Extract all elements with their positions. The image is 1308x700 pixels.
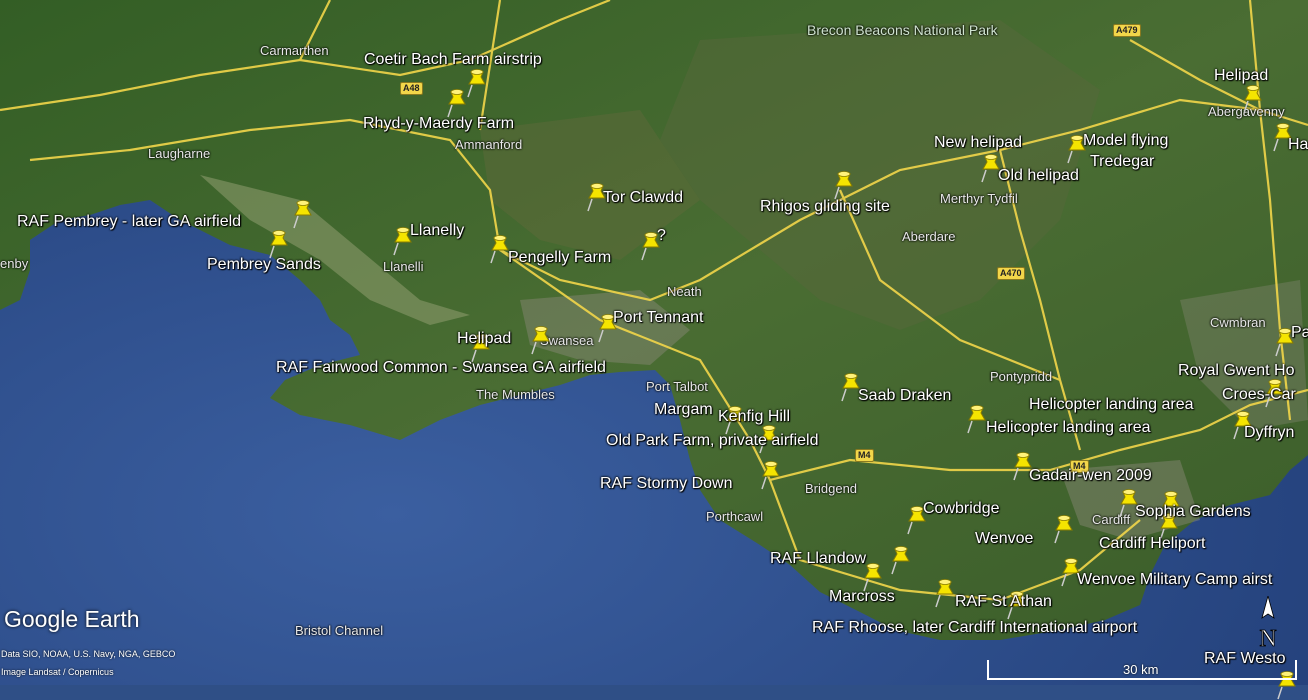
placemark-label[interactable]: Kenfig Hill	[718, 408, 790, 426]
placemark-label[interactable]: Margam	[654, 401, 713, 419]
attribution-imagery: Image Landsat / Copernicus	[1, 667, 114, 677]
place-laugharne: Laugharne	[148, 146, 211, 161]
place-neath: Neath	[667, 284, 702, 299]
pushpin-icon[interactable]	[530, 325, 552, 355]
placemark-label[interactable]: Pengelly Farm	[508, 249, 611, 267]
pushpin-icon[interactable]	[446, 88, 468, 118]
place-carmarthen: Carmarthen	[260, 43, 329, 58]
placemark-label[interactable]: RAF Rhoose, later Cardiff International …	[812, 619, 1137, 637]
placemark-label[interactable]: Coetir Bach Farm airstrip	[364, 51, 542, 69]
placemark-label[interactable]: Marcross	[829, 588, 895, 606]
road-shield: A48	[400, 82, 423, 95]
placemark-label[interactable]: Wenvoe	[975, 530, 1033, 548]
placemark-label[interactable]: Old helipad	[998, 167, 1079, 185]
pushpin-icon[interactable]	[268, 229, 290, 259]
place-ammanford: Ammanford	[455, 137, 523, 152]
pushpin-icon[interactable]	[292, 199, 314, 229]
placemark-label[interactable]: Tor Clawdd	[603, 189, 683, 207]
place-port-talbot: Port Talbot	[646, 379, 708, 394]
placemark-label[interactable]: Sophia Gardens	[1135, 503, 1251, 521]
place-left-edge: enby	[0, 256, 29, 271]
placemark-label[interactable]: New helipad	[934, 134, 1022, 152]
placemark-label[interactable]: Cowbridge	[923, 500, 999, 518]
placemark-label[interactable]: Dyffryn	[1244, 424, 1294, 442]
placemark-label[interactable]: Helipad	[1214, 67, 1268, 85]
place-porthcawl: Porthcawl	[706, 509, 764, 524]
placemark-label[interactable]: RAF Llandow	[770, 550, 866, 568]
google-earth-logo: Google Earth	[4, 606, 140, 632]
placemark-label[interactable]: Helicopter landing area	[1029, 396, 1194, 414]
compass-label: N	[1259, 626, 1276, 652]
placemark-label[interactable]: Llanelly	[410, 222, 464, 240]
pushpin-icon[interactable]	[890, 545, 912, 575]
placemark-label[interactable]: ?	[657, 227, 666, 245]
place-the-mumbles: The Mumbles	[476, 387, 555, 402]
pushpin-icon[interactable]	[1053, 514, 1075, 544]
pushpin-icon[interactable]	[833, 170, 855, 200]
placemark-label[interactable]: Helipad	[457, 330, 511, 348]
place-pontypridd: Pontypridd	[990, 369, 1053, 384]
place-aberdare: Aberdare	[902, 229, 956, 244]
placemark-label[interactable]: Rhigos gliding site	[760, 198, 890, 216]
scale-label: 30 km	[1123, 662, 1159, 677]
place-brecon-beacons: Brecon Beacons National Park	[807, 22, 998, 38]
compass-north-icon[interactable]: N	[1254, 594, 1282, 652]
pushpin-icon[interactable]	[1242, 84, 1264, 114]
placemark-label[interactable]: Royal Gwent Ho	[1178, 362, 1295, 380]
pushpin-icon[interactable]	[466, 68, 488, 98]
placemark-label[interactable]: Model flying	[1083, 132, 1168, 150]
placemark-label[interactable]: Port Tennant	[613, 309, 703, 327]
placemark-label[interactable]: Rhyd-y-Maerdy Farm	[363, 115, 514, 133]
pushpin-icon[interactable]	[934, 578, 956, 608]
road-shield: M4	[855, 449, 874, 462]
pushpin-icon[interactable]	[966, 404, 988, 434]
placemark-label[interactable]: Cardiff Heliport	[1099, 535, 1205, 553]
road-shield: A470	[997, 267, 1025, 280]
placemark-label[interactable]: RAF Pembrey - later GA airfield	[17, 213, 241, 231]
placemark-label[interactable]: RAF St Athan	[955, 593, 1052, 611]
placemark-label[interactable]: RAF Stormy Down	[600, 475, 732, 493]
road-shield: A479	[1113, 24, 1141, 37]
place-merthyr-tydfil: Merthyr Tydfil	[940, 191, 1018, 206]
place-bridgend: Bridgend	[805, 481, 858, 496]
place-bristol-channel: Bristol Channel	[295, 623, 384, 638]
placemark-label[interactable]: RAF Fairwood Common - Swansea GA airfiel…	[276, 359, 606, 377]
place-llanelli: Llanelli	[383, 259, 424, 274]
placemark-label[interactable]: Ha	[1288, 136, 1308, 154]
placemark-label[interactable]: Old Park Farm, private airfield	[606, 432, 819, 450]
attribution-data: Data SIO, NOAA, U.S. Navy, NGA, GEBCO	[1, 649, 176, 659]
placemark-label[interactable]: Saab Draken	[858, 387, 951, 405]
placemark-label[interactable]: Gadair-wen 2009	[1029, 467, 1152, 485]
placemark-label[interactable]: Helicopter landing area	[986, 419, 1151, 437]
placemark-label[interactable]: Pa	[1291, 324, 1308, 342]
placemark-label[interactable]: Pembrey Sands	[207, 256, 321, 274]
place-cwmbran: Cwmbran	[1210, 315, 1266, 330]
pushpin-icon[interactable]	[760, 460, 782, 490]
placemark-label[interactable]: Tredegar	[1090, 153, 1154, 171]
placemark-label[interactable]: Wenvoe Military Camp airst	[1077, 571, 1272, 589]
placemark-label[interactable]: Croes-Car	[1222, 386, 1296, 404]
